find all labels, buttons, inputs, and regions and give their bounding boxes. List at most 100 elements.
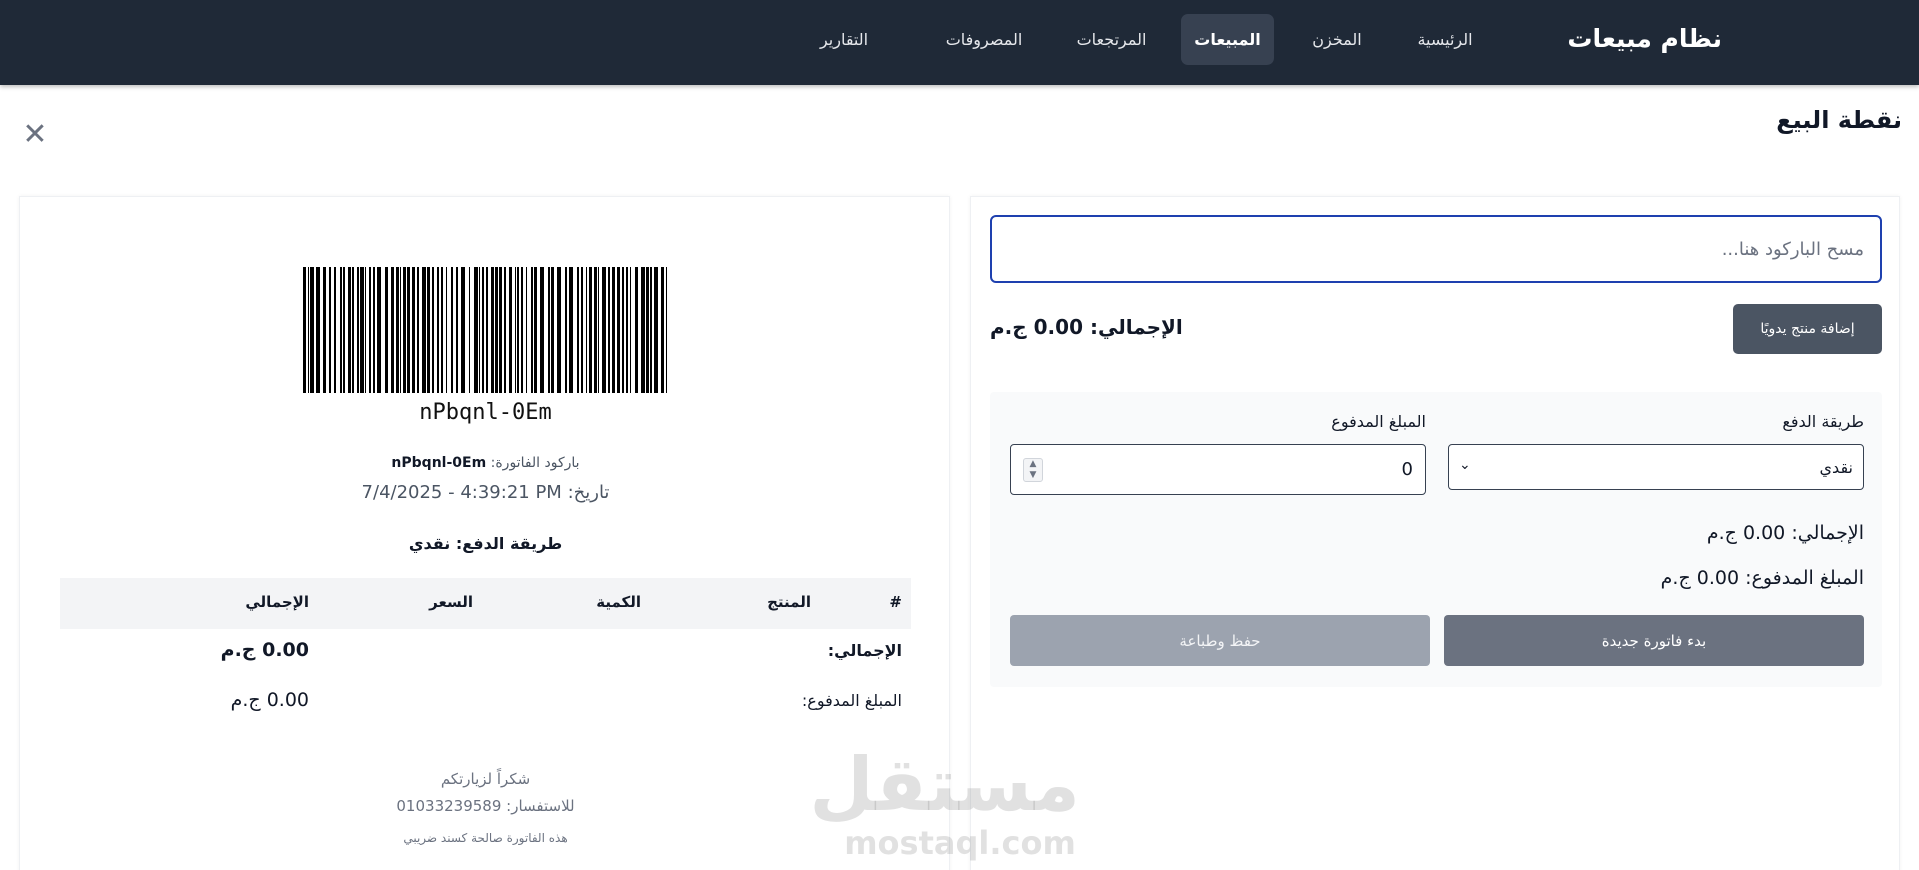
- cart-total-label: الإجمالي:: [1089, 315, 1183, 339]
- contact-line: للاستفسار: 01033239589: [20, 797, 951, 815]
- barcode-bar: [437, 267, 439, 393]
- barcode-bar: [548, 267, 550, 393]
- barcode-bar: [666, 267, 667, 393]
- barcode-bar: [641, 267, 645, 393]
- barcode-bar: [441, 267, 443, 393]
- receipt-paid-row: المبلغ المدفوع: 0.00 ج.م: [60, 683, 911, 723]
- barcode-bar: [598, 267, 599, 393]
- barcode-bar: [343, 267, 345, 393]
- barcode-bar: [630, 267, 631, 393]
- nav-item-reports[interactable]: التقارير: [799, 14, 889, 65]
- barcode-bar: [515, 267, 516, 393]
- summary-paid-value: 0.00 ج.م: [1660, 567, 1740, 589]
- nav-item-home[interactable]: الرئيسية: [1395, 14, 1495, 65]
- nav-item-expenses[interactable]: المصروفات: [924, 14, 1044, 65]
- barcode-bar: [509, 267, 512, 393]
- invoice-barcode-value: nPbqnl-0Em: [391, 455, 487, 471]
- barcode-bar: [521, 267, 523, 393]
- barcode-bar: [565, 267, 567, 393]
- barcode-bar: [534, 267, 537, 393]
- barcode-bar: [581, 267, 583, 393]
- barcode-bar: [412, 267, 415, 393]
- barcode-bar: [373, 267, 375, 393]
- summary-paid: المبلغ المدفوع: 0.00 ج.م: [1661, 567, 1864, 589]
- barcode-bar: [594, 267, 597, 393]
- barcode-bar: [617, 267, 620, 393]
- barcode-bar: [417, 267, 419, 393]
- nav-item-sales[interactable]: المبيعات: [1181, 14, 1274, 65]
- barcode-scan-input[interactable]: [990, 215, 1882, 283]
- cart-total-value: 0.00 ج.م: [990, 315, 1083, 339]
- chevron-down-icon: ⌄: [1459, 457, 1471, 473]
- number-spinner-icon[interactable]: ▲ ▼: [1023, 458, 1043, 482]
- barcode-bar: [377, 267, 381, 393]
- barcode-bar: [654, 267, 658, 393]
- barcode-bar: [551, 267, 554, 393]
- barcode-bar: [427, 267, 430, 393]
- barcode-bar: [403, 267, 406, 393]
- invoice-payment-label: طريقة الدفع:: [455, 534, 563, 553]
- items-table-header: # المنتج الكمية السعر الإجمالي: [60, 578, 911, 629]
- amount-paid-label: المبلغ المدفوع: [1331, 412, 1426, 431]
- barcode-bar: [646, 267, 649, 393]
- payment-method-select[interactable]: نقدي ⌄: [1448, 444, 1864, 490]
- barcode-bar: [310, 267, 314, 393]
- barcode-text: nPbqnl-0Em: [419, 400, 552, 425]
- column-header-price: السعر: [429, 593, 473, 611]
- barcode-bar: [461, 267, 465, 393]
- barcode-bar: [352, 267, 354, 393]
- column-header-quantity: الكمية: [596, 593, 641, 611]
- barcode-bar: [586, 267, 587, 393]
- barcode-bar: [369, 267, 371, 393]
- barcode-bar: [469, 267, 470, 393]
- barcode-bar: [495, 267, 498, 393]
- barcode-bar: [569, 267, 573, 393]
- summary-total: الإجمالي: 0.00 ج.م: [1707, 522, 1864, 544]
- invoice-payment-value: نقدي: [408, 534, 451, 553]
- barcode-bar: [323, 267, 326, 393]
- nav-item-returns[interactable]: المرتجعات: [1059, 14, 1164, 65]
- barcode-bar: [357, 267, 359, 393]
- barcode-bar: [348, 267, 351, 393]
- add-product-manually-button[interactable]: إضافة منتج يدويًا: [1733, 304, 1882, 354]
- barcode-bar: [360, 267, 364, 393]
- payment-method-value: نقدي: [1819, 458, 1853, 477]
- barcode-bar: [517, 267, 519, 393]
- barcode-bar: [612, 267, 615, 393]
- contact-label: للاستفسار:: [506, 797, 575, 815]
- nav-item-inventory[interactable]: المخزن: [1297, 14, 1377, 65]
- barcode-bar: [329, 267, 331, 393]
- invoice-date-line: تاريخ: 7/4/2025 - 4:39:21 PM: [20, 482, 951, 503]
- barcode-bar: [446, 267, 447, 393]
- new-invoice-button[interactable]: بدء فاتورة جديدة: [1444, 615, 1864, 666]
- amount-paid-input[interactable]: 0 ▲ ▼: [1010, 444, 1426, 495]
- barcode-bar: [482, 267, 484, 393]
- receipt-total-label: الإجمالي:: [827, 641, 902, 660]
- amount-paid-value: 0: [1401, 459, 1413, 480]
- barcode-bar: [661, 267, 664, 393]
- invoice-payment-line: طريقة الدفع: نقدي: [20, 534, 951, 553]
- barcode-bar: [504, 267, 506, 393]
- barcode-bar: [303, 267, 306, 393]
- summary-total-value: 0.00 ج.م: [1706, 522, 1786, 544]
- barcode-bar: [474, 267, 478, 393]
- invoice-barcode-label: باركود الفاتورة:: [490, 455, 580, 471]
- barcode-bar: [589, 267, 592, 393]
- barcode-bar: [486, 267, 488, 393]
- save-and-print-button[interactable]: حفظ وطباعة: [1010, 615, 1430, 666]
- payment-section: طريقة الدفع المبلغ المدفوع نقدي ⌄ 0 ▲ ▼ ا…: [990, 392, 1882, 687]
- thanks-text: شكراً لزيارتكم: [440, 770, 531, 788]
- barcode-bar: [608, 267, 610, 393]
- close-icon[interactable]: ✕: [20, 120, 50, 150]
- receipt-total-value: 0.00 ج.م: [220, 639, 309, 661]
- barcode-bar: [316, 267, 320, 393]
- invoice-date-label: تاريخ:: [567, 482, 610, 503]
- receipt-paid-label: المبلغ المدفوع:: [801, 691, 902, 710]
- summary-paid-label: المبلغ المدفوع:: [1745, 567, 1864, 589]
- barcode-bar: [577, 267, 579, 393]
- barcode-bar: [407, 267, 410, 393]
- cart-total: الإجمالي: 0.00 ج.م: [990, 315, 1183, 339]
- barcode-bar: [308, 267, 309, 393]
- barcode-bar: [340, 267, 342, 393]
- barcode-bar: [400, 267, 401, 393]
